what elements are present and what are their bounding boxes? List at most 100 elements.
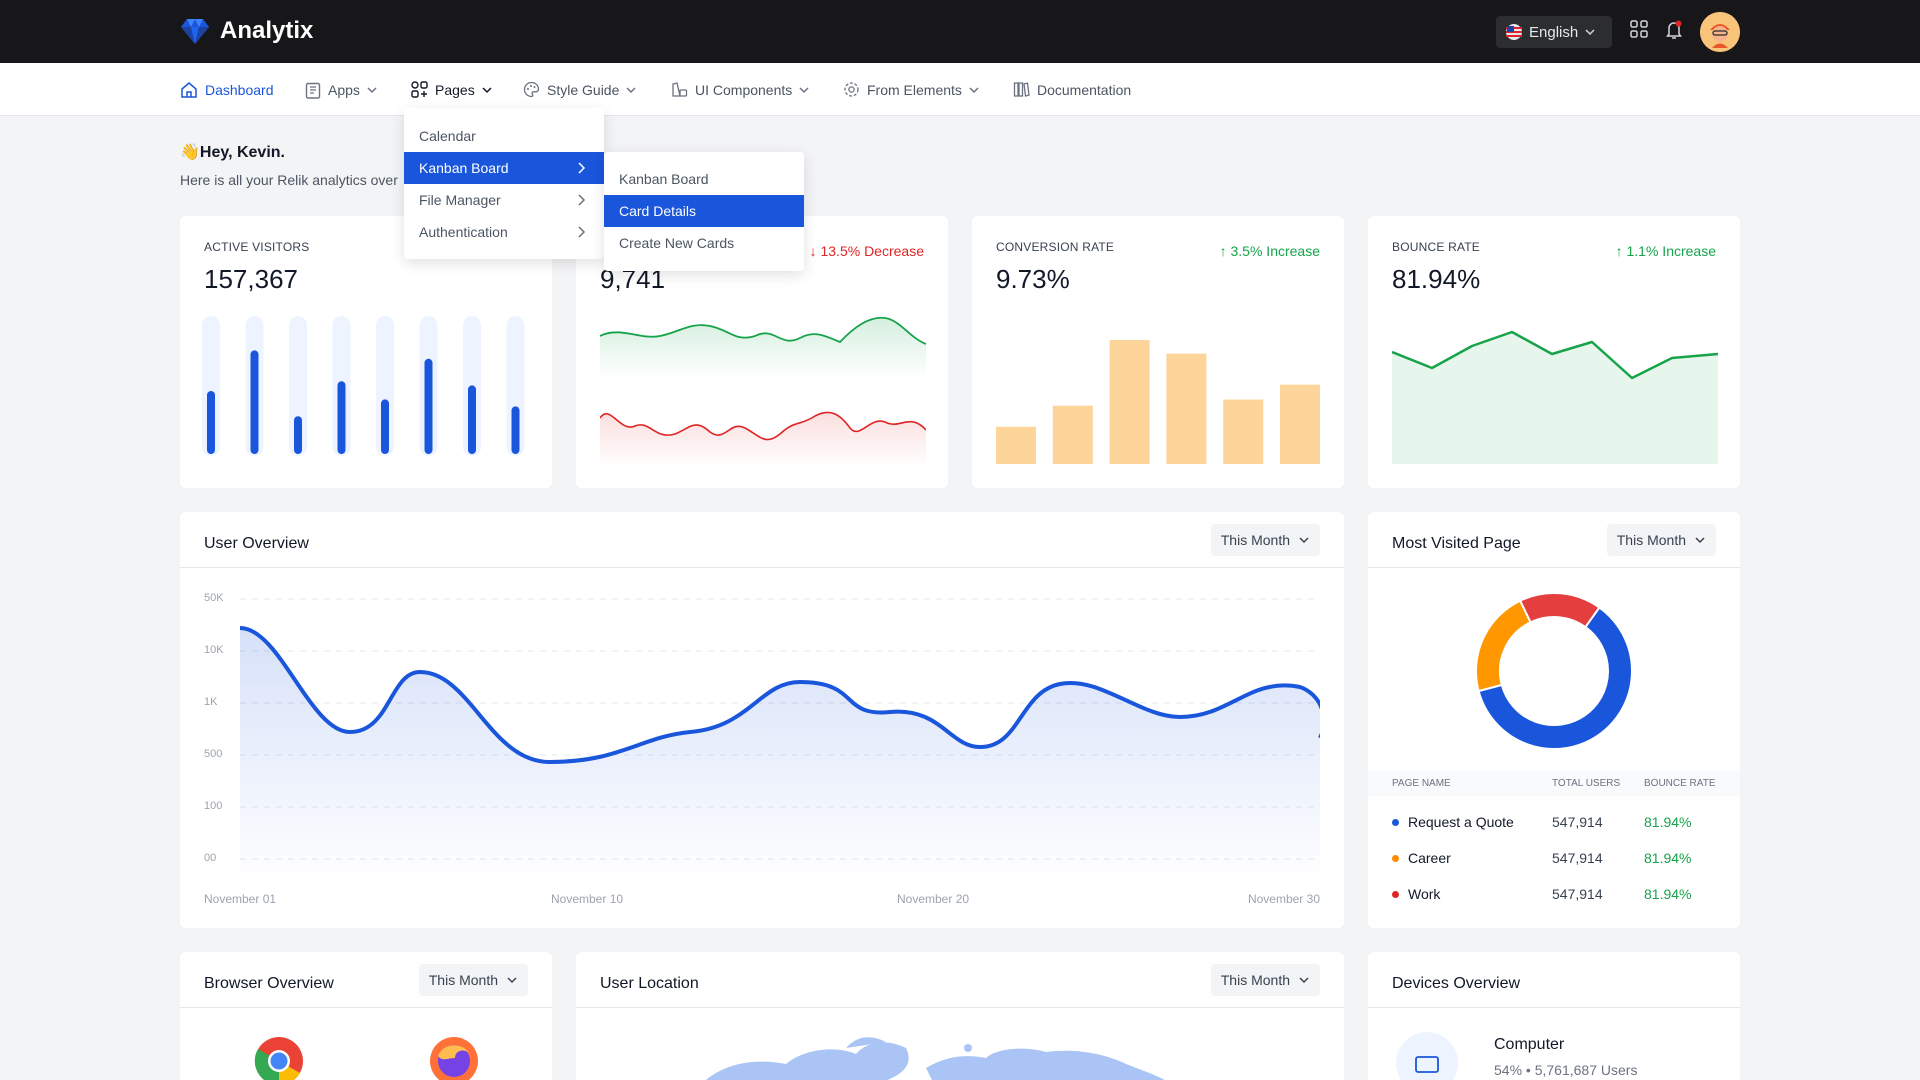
arrow-up-icon: ↑ bbox=[1615, 243, 1627, 259]
apps-grid-icon[interactable] bbox=[1630, 20, 1648, 38]
filter-label: This Month bbox=[1616, 532, 1686, 548]
panel-divider bbox=[180, 567, 1344, 568]
row-bounce-rate: 81.94% bbox=[1644, 814, 1692, 830]
chevron-right-icon bbox=[578, 226, 586, 238]
visitor-bar bbox=[468, 385, 476, 454]
avatar[interactable] bbox=[1700, 12, 1740, 52]
y-axis-tick: 1K bbox=[204, 696, 218, 708]
menu-item-label: Kanban Board bbox=[419, 160, 509, 176]
nav-documentation-label: Documentation bbox=[1037, 81, 1132, 98]
panel-title: Devices Overview bbox=[1392, 975, 1521, 992]
panel-title: User Location bbox=[600, 975, 699, 992]
chevron-down-icon bbox=[507, 977, 517, 984]
donut-slice bbox=[1475, 599, 1532, 693]
filter-label: This Month bbox=[428, 972, 498, 988]
nav-apps-label: Apps bbox=[328, 81, 360, 98]
library-icon bbox=[1013, 82, 1030, 97]
x-axis-tick: November 20 bbox=[897, 892, 970, 906]
y-axis-tick: 00 bbox=[204, 852, 217, 864]
top-bar: Analytix English bbox=[0, 0, 1920, 63]
chevron-right-icon bbox=[578, 162, 586, 174]
language-label: English bbox=[1529, 23, 1579, 41]
palette-icon bbox=[523, 81, 540, 98]
clipboard-icon bbox=[305, 82, 321, 99]
green-series-area bbox=[600, 317, 926, 378]
conversion-bar bbox=[1280, 384, 1320, 464]
nav-dashboard[interactable]: Dashboard bbox=[180, 63, 274, 116]
conversion-bar bbox=[1109, 340, 1150, 464]
user-location-filter[interactable]: This Month bbox=[1210, 964, 1320, 996]
legend-dot bbox=[1392, 819, 1399, 826]
menu-item-calendar[interactable]: Calendar bbox=[404, 120, 604, 152]
user-overview-filter[interactable]: This Month bbox=[1210, 524, 1320, 556]
language-selector[interactable]: English bbox=[1496, 16, 1612, 48]
visitor-bar bbox=[337, 381, 346, 454]
conversion-bar bbox=[1166, 353, 1207, 464]
conversion-bar-chart bbox=[996, 340, 1320, 464]
nav-style-guide-label: Style Guide bbox=[547, 81, 620, 98]
y-axis-tick: 50K bbox=[204, 592, 224, 604]
stat-card-conversion-rate: CONVERSION RATE ↑ 3.5% Increase 9.73% bbox=[972, 216, 1344, 488]
conversion-bar bbox=[1223, 399, 1264, 464]
us-flag-icon bbox=[1506, 24, 1522, 40]
menu-item-authentication[interactable]: Authentication bbox=[404, 216, 604, 248]
user-overview-panel: User Overview This Month 50K 10K 1K 500 … bbox=[180, 512, 1344, 928]
chrome-icon bbox=[254, 1037, 303, 1080]
visitor-bar bbox=[250, 350, 259, 454]
chevron-down-icon bbox=[1299, 537, 1309, 544]
nav-dashboard-label: Dashboard bbox=[205, 81, 274, 98]
submenu-item-card-details[interactable]: Card Details bbox=[604, 195, 804, 227]
devices-overview-panel: Devices Overview Computer 54% • 5,761,68… bbox=[1368, 952, 1740, 1080]
device-percent: 54% bbox=[1494, 1062, 1523, 1078]
bell-icon[interactable] bbox=[1665, 20, 1683, 40]
browser-overview-filter[interactable]: This Month bbox=[418, 964, 528, 996]
stat-trend: ↓ 13.5% Decrease bbox=[810, 243, 924, 259]
donut-slice bbox=[1518, 592, 1601, 629]
stat-label: BOUNCE RATE bbox=[1392, 240, 1480, 254]
nav-documentation[interactable]: Documentation bbox=[1013, 63, 1131, 116]
user-overview-area bbox=[240, 628, 1320, 872]
column-header: TOTAL USERS bbox=[1552, 778, 1621, 789]
monitor-icon bbox=[1415, 1056, 1439, 1073]
components-icon bbox=[672, 82, 688, 97]
menu-item-kanban-board[interactable]: Kanban Board bbox=[404, 152, 604, 184]
home-icon bbox=[181, 81, 197, 98]
menu-item-label: Create New Cards bbox=[619, 235, 735, 251]
most-visited-filter[interactable]: This Month bbox=[1606, 524, 1716, 556]
submenu-item-create-new-cards[interactable]: Create New Cards bbox=[604, 227, 804, 259]
menu-item-label: Card Details bbox=[619, 203, 697, 219]
y-axis-tick: 10K bbox=[204, 644, 224, 656]
wave-emoji: 👋 bbox=[180, 144, 200, 161]
user-avatar-icon bbox=[1700, 12, 1740, 52]
brand[interactable]: Analytix bbox=[180, 17, 313, 45]
visitor-bar bbox=[424, 358, 433, 454]
brand-name: Analytix bbox=[220, 17, 314, 44]
panel-title: Browser Overview bbox=[204, 975, 334, 992]
stat-value: 81.94% bbox=[1392, 264, 1481, 294]
submenu-item-kanban-board[interactable]: Kanban Board bbox=[604, 163, 804, 195]
y-axis-tick: 500 bbox=[204, 748, 223, 760]
stat-trend: ↑ 1.1% Increase bbox=[1616, 243, 1716, 259]
row-bounce-rate: 81.94% bbox=[1644, 886, 1692, 902]
row-total-users: 547,914 bbox=[1552, 814, 1603, 830]
greeting-name: Hey, Kevin. bbox=[199, 144, 285, 161]
nav-ui-components[interactable]: UI Components bbox=[671, 63, 809, 116]
nav-apps[interactable]: Apps bbox=[305, 63, 377, 116]
panel-divider bbox=[1368, 567, 1740, 568]
chevron-down-icon bbox=[969, 86, 979, 93]
row-page-name: Request a Quote bbox=[1408, 814, 1514, 830]
nav-form-elements-label: From Elements bbox=[867, 81, 962, 98]
world-map bbox=[706, 1037, 1165, 1080]
nav-form-elements[interactable]: From Elements bbox=[843, 63, 979, 116]
menu-item-label: File Manager bbox=[419, 192, 501, 208]
menu-item-file-manager[interactable]: File Manager bbox=[404, 184, 604, 216]
device-name: Computer bbox=[1494, 1036, 1565, 1053]
visitor-bar bbox=[511, 406, 520, 454]
panel-title: Most Visited Page bbox=[1392, 535, 1521, 552]
chevron-down-icon bbox=[1585, 29, 1595, 36]
main-nav: Dashboard Apps Pages Style Guide UI Comp… bbox=[0, 63, 1920, 116]
x-axis-tick: November 30 bbox=[1247, 892, 1320, 906]
device-icon-badge bbox=[1396, 1032, 1458, 1080]
x-axis-tick: November 10 bbox=[551, 892, 624, 906]
chevron-down-icon bbox=[626, 86, 636, 93]
